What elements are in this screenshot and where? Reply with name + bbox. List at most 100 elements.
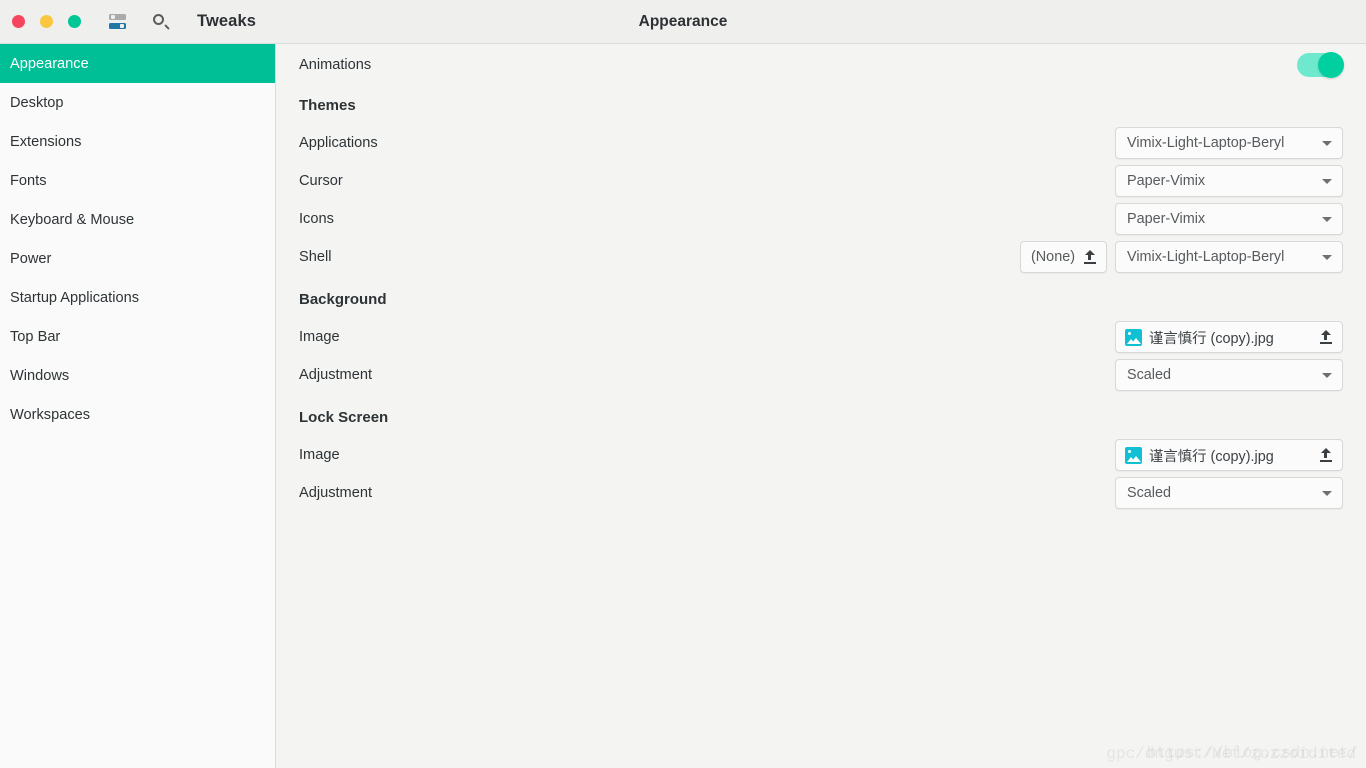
- sidebar: Appearance Desktop Extensions Fonts Keyb…: [0, 44, 276, 768]
- background-adjustment-controls: Scaled: [1115, 359, 1343, 391]
- close-button[interactable]: [12, 15, 25, 28]
- image-icon-peak-right: [1130, 337, 1141, 344]
- applications-label: Applications: [299, 135, 378, 151]
- sliders-icon[interactable]: [107, 12, 127, 32]
- sidebar-item-label: Startup Applications: [10, 289, 139, 306]
- lock-screen-image-filename: 谨言慎行 (copy).jpg: [1149, 448, 1274, 465]
- sidebar-item-label: Top Bar: [10, 328, 61, 345]
- background-image-label: Image: [299, 329, 340, 345]
- upload-arrow-stem: [1324, 332, 1327, 340]
- row-theme-cursor: Cursor Paper-Vimix: [299, 162, 1343, 200]
- sidebar-item-extensions[interactable]: Extensions: [0, 122, 275, 161]
- sidebar-item-appearance[interactable]: Appearance: [0, 44, 275, 83]
- row-theme-applications: Applications Vimix-Light-Laptop-Beryl: [299, 124, 1343, 162]
- background-image-filename: 谨言慎行 (copy).jpg: [1149, 330, 1274, 347]
- sidebar-item-startup-applications[interactable]: Startup Applications: [0, 278, 275, 317]
- icons-controls: Paper-Vimix: [1115, 203, 1343, 235]
- background-adjustment-label: Adjustment: [299, 367, 373, 383]
- applications-theme-value: Vimix-Light-Laptop-Beryl: [1127, 135, 1285, 151]
- cursor-theme-value: Paper-Vimix: [1127, 173, 1206, 189]
- background-image-controls: 谨言慎行 (copy).jpg: [1115, 321, 1343, 353]
- background-adjustment-value: Scaled: [1127, 367, 1172, 383]
- chevron-down-icon: [1322, 490, 1332, 496]
- toggle-knob: [1318, 52, 1344, 78]
- shell-theme-value: Vimix-Light-Laptop-Beryl: [1127, 249, 1285, 265]
- sidebar-item-windows[interactable]: Windows: [0, 356, 275, 395]
- background-heading: Background: [299, 290, 387, 308]
- shell-theme-upload-button[interactable]: (None): [1020, 241, 1107, 273]
- lock-screen-image-controls: 谨言慎行 (copy).jpg: [1115, 439, 1343, 471]
- lock-screen-adjustment-value: Scaled: [1127, 485, 1172, 501]
- chevron-down-icon: [1322, 216, 1332, 222]
- cursor-controls: Paper-Vimix: [1115, 165, 1343, 197]
- image-icon-sun: [1128, 331, 1131, 335]
- background-adjustment-dropdown[interactable]: Scaled: [1115, 359, 1343, 391]
- sidebar-item-label: Windows: [10, 367, 70, 384]
- shell-upload-label: (None): [1031, 249, 1075, 265]
- sidebar-item-workspaces[interactable]: Workspaces: [0, 395, 275, 434]
- sidebar-item-label: Power: [10, 250, 52, 267]
- shell-theme-dropdown[interactable]: Vimix-Light-Laptop-Beryl: [1115, 241, 1343, 273]
- sidebar-item-power[interactable]: Power: [0, 239, 275, 278]
- applications-theme-dropdown[interactable]: Vimix-Light-Laptop-Beryl: [1115, 127, 1343, 159]
- window-controls: [0, 15, 81, 28]
- lock-screen-heading: Lock Screen: [299, 408, 389, 426]
- sidebar-item-label: Desktop: [10, 94, 64, 111]
- magnifier-handle: [164, 23, 170, 30]
- chevron-down-icon: [1322, 372, 1332, 378]
- chevron-down-icon: [1322, 254, 1332, 260]
- upload-icon: [1319, 330, 1332, 344]
- upload-arrow-stem: [1088, 252, 1091, 260]
- themes-heading: Themes: [299, 96, 356, 114]
- sliders-glyph: [108, 14, 126, 29]
- lock-screen-adjustment-dropdown[interactable]: Scaled: [1115, 477, 1343, 509]
- upload-arrow-base: [1083, 261, 1096, 264]
- row-lock-screen-adjustment: Adjustment Scaled: [299, 474, 1343, 512]
- settings-panel: Animations Themes Applications Vimix-Lig…: [276, 44, 1366, 768]
- row-theme-shell: Shell (None) Vimix-Light-Laptop-Beryl: [299, 238, 1343, 276]
- chevron-down-icon: [1322, 140, 1332, 146]
- image-file-icon: [1125, 328, 1142, 346]
- upload-icon: [1083, 250, 1096, 264]
- upload-arrow-base: [1319, 459, 1332, 462]
- watermark-line-2: gpc/dngust/Net/zozzoidited: [1106, 745, 1356, 763]
- applications-controls: Vimix-Light-Laptop-Beryl: [1115, 127, 1343, 159]
- lock-screen-adjustment-label: Adjustment: [299, 485, 373, 501]
- lock-screen-adjustment-controls: Scaled: [1115, 477, 1343, 509]
- sidebar-item-label: Keyboard & Mouse: [10, 211, 135, 228]
- image-icon-sun: [1128, 449, 1131, 453]
- sidebar-item-label: Fonts: [10, 172, 47, 189]
- image-file-icon: [1125, 446, 1142, 464]
- sidebar-item-fonts[interactable]: Fonts: [0, 161, 275, 200]
- maximize-button[interactable]: [68, 15, 81, 28]
- lock-screen-image-label: Image: [299, 447, 340, 463]
- slider-knob-bottom: [119, 24, 124, 28]
- magnifier-ring: [153, 13, 164, 25]
- watermark-line-1: https://blog.csdn.net/: [1146, 744, 1358, 762]
- row-animations: Animations: [299, 44, 1344, 86]
- magnifier-glyph: [153, 13, 170, 30]
- animations-toggle[interactable]: [1297, 52, 1344, 78]
- icons-label: Icons: [299, 211, 334, 227]
- upload-icon: [1319, 448, 1332, 462]
- chevron-down-icon: [1322, 178, 1332, 184]
- animations-label: Animations: [299, 57, 372, 73]
- row-background-adjustment: Adjustment Scaled: [299, 356, 1343, 394]
- cursor-theme-dropdown[interactable]: Paper-Vimix: [1115, 165, 1343, 197]
- title-bar: Tweaks Appearance: [0, 0, 1366, 44]
- title-bar-actions: [107, 12, 171, 32]
- lock-screen-image-file-chooser[interactable]: 谨言慎行 (copy).jpg: [1115, 439, 1343, 471]
- sidebar-item-desktop[interactable]: Desktop: [0, 83, 275, 122]
- slider-knob-top: [110, 15, 115, 19]
- upload-arrow-stem: [1324, 450, 1327, 458]
- row-theme-icons: Icons Paper-Vimix: [299, 200, 1343, 238]
- window-body: Appearance Desktop Extensions Fonts Keyb…: [0, 44, 1366, 768]
- app-name: Tweaks: [197, 12, 256, 30]
- sidebar-item-keyboard-mouse[interactable]: Keyboard & Mouse: [0, 200, 275, 239]
- icons-theme-dropdown[interactable]: Paper-Vimix: [1115, 203, 1343, 235]
- minimize-button[interactable]: [40, 15, 53, 28]
- search-icon[interactable]: [151, 12, 171, 32]
- shell-controls: (None) Vimix-Light-Laptop-Beryl: [1020, 241, 1343, 273]
- sidebar-item-top-bar[interactable]: Top Bar: [0, 317, 275, 356]
- background-image-file-chooser[interactable]: 谨言慎行 (copy).jpg: [1115, 321, 1343, 353]
